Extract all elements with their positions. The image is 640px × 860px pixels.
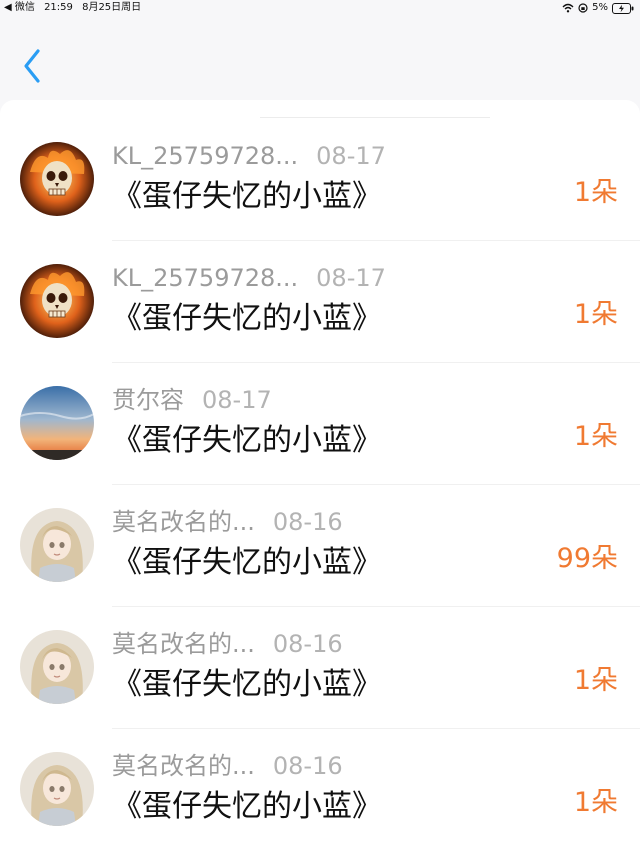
status-time: 21:59 xyxy=(44,2,73,13)
list-item[interactable]: 贯尔容 08-17 《蛋仔失忆的小蓝》 1朵 xyxy=(0,363,640,485)
item-meta: KL_25759728... 08-17 xyxy=(112,263,386,293)
book-title[interactable]: 《蛋仔失忆的小蓝》 xyxy=(112,665,382,705)
status-bar-left: ◀ 微信 21:59 8月25日周日 xyxy=(4,0,147,16)
item-meta: KL_25759728... 08-17 xyxy=(112,141,386,171)
item-meta: 贯尔容 08-17 xyxy=(112,385,272,415)
gift-record-panel: KL_25759728... 08-17 《蛋仔失忆的小蓝》 1朵 KL_257… xyxy=(0,100,640,860)
book-title[interactable]: 《蛋仔失忆的小蓝》 xyxy=(112,543,382,583)
book-title[interactable]: 《蛋仔失忆的小蓝》 xyxy=(112,177,382,217)
gift-amount: 1朵 xyxy=(573,299,618,330)
username[interactable]: 莫名改名的... xyxy=(112,752,255,780)
list-item[interactable]: 莫名改名的... 08-16 《蛋仔失忆的小蓝》 99朵 xyxy=(0,485,640,607)
list-item[interactable]: 莫名改名的... 08-16 《蛋仔失忆的小蓝》 1朵 xyxy=(0,607,640,729)
book-title[interactable]: 《蛋仔失忆的小蓝》 xyxy=(112,421,382,461)
username[interactable]: 贯尔容 xyxy=(112,386,184,414)
gift-amount: 1朵 xyxy=(573,787,618,818)
wifi-icon xyxy=(562,3,574,13)
orientation-lock-icon xyxy=(578,3,588,13)
avatar[interactable] xyxy=(20,264,94,338)
nav-bar xyxy=(0,16,640,98)
avatar[interactable] xyxy=(20,508,94,582)
status-bar-right: 5% xyxy=(562,0,634,16)
item-meta: 莫名改名的... 08-16 xyxy=(112,507,343,537)
username[interactable]: KL_25759728... xyxy=(112,142,298,170)
gift-list: KL_25759728... 08-17 《蛋仔失忆的小蓝》 1朵 KL_257… xyxy=(0,119,640,851)
list-item[interactable]: KL_25759728... 08-17 《蛋仔失忆的小蓝》 1朵 xyxy=(0,119,640,241)
avatar[interactable] xyxy=(20,386,94,460)
gift-date: 08-17 xyxy=(316,142,386,170)
gift-amount: 99朵 xyxy=(556,543,618,574)
item-meta: 莫名改名的... 08-16 xyxy=(112,751,343,781)
back-button[interactable] xyxy=(18,46,48,86)
back-to-app-link[interactable]: ◀ 微信 xyxy=(4,2,35,13)
status-bar: ◀ 微信 21:59 8月25日周日 5% xyxy=(0,0,640,16)
battery-charging-icon xyxy=(612,2,634,14)
battery-percent: 5% xyxy=(592,2,608,13)
status-date: 8月25日周日 xyxy=(82,2,142,13)
gift-date: 08-17 xyxy=(316,264,386,292)
avatar[interactable] xyxy=(20,630,94,704)
username[interactable]: 莫名改名的... xyxy=(112,630,255,658)
gift-amount: 1朵 xyxy=(573,421,618,452)
gift-date: 08-16 xyxy=(272,508,343,536)
list-item[interactable]: KL_25759728... 08-17 《蛋仔失忆的小蓝》 1朵 xyxy=(0,241,640,363)
avatar[interactable] xyxy=(20,752,94,826)
gift-date: 08-16 xyxy=(272,752,343,780)
username[interactable]: 莫名改名的... xyxy=(112,508,255,536)
book-title[interactable]: 《蛋仔失忆的小蓝》 xyxy=(112,787,382,827)
divider xyxy=(260,117,490,118)
gift-amount: 1朵 xyxy=(573,177,618,208)
avatar[interactable] xyxy=(20,142,94,216)
username[interactable]: KL_25759728... xyxy=(112,264,298,292)
item-meta: 莫名改名的... 08-16 xyxy=(112,629,343,659)
gift-date: 08-17 xyxy=(202,386,272,414)
gift-amount: 1朵 xyxy=(573,665,618,696)
book-title[interactable]: 《蛋仔失忆的小蓝》 xyxy=(112,299,382,339)
chevron-left-icon xyxy=(24,49,40,83)
list-item[interactable]: 莫名改名的... 08-16 《蛋仔失忆的小蓝》 1朵 xyxy=(0,729,640,851)
gift-date: 08-16 xyxy=(272,630,343,658)
